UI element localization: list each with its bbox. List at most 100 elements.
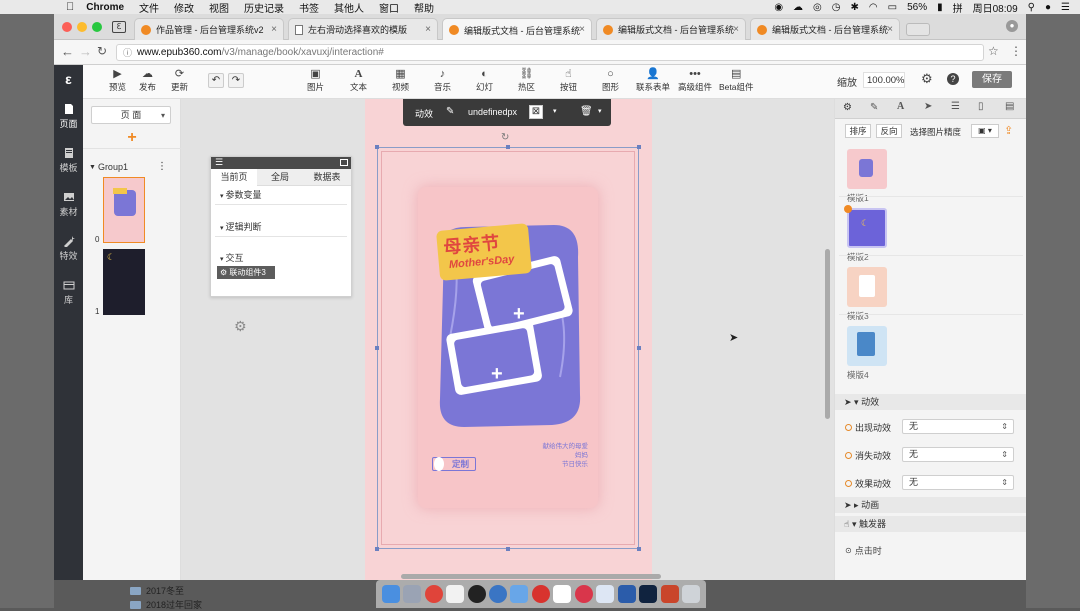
launchpad-icon[interactable] bbox=[403, 585, 422, 603]
add-photo-icon[interactable]: + bbox=[491, 363, 503, 386]
section-logic[interactable]: ▾ 逻辑判断 bbox=[220, 220, 261, 233]
minimize-window-icon[interactable] bbox=[77, 22, 87, 32]
template-thumb-3[interactable] bbox=[847, 267, 887, 307]
poster-card[interactable]: + + 母亲节 Mother'sDay 献给伟大的母爱 妈妈 节日快乐 定制 bbox=[418, 187, 598, 508]
tool-beta[interactable]: ▤ Beta组件 bbox=[719, 68, 754, 93]
bookmark-star-icon[interactable]: ☆ bbox=[988, 44, 999, 58]
effects-header[interactable]: ➤ ▾ 动效 bbox=[835, 394, 1026, 410]
record-icon[interactable]: ◉ bbox=[774, 2, 783, 13]
qq-icon[interactable] bbox=[467, 585, 486, 603]
nav-materials[interactable]: 素材 bbox=[54, 191, 83, 218]
cloud-app-icon[interactable] bbox=[596, 585, 615, 603]
tool-text[interactable]: A 文本 bbox=[350, 68, 367, 93]
section-interaction[interactable]: ▾ 交互 bbox=[220, 251, 243, 264]
photoshop-icon[interactable] bbox=[639, 585, 658, 603]
resize-handle[interactable] bbox=[375, 145, 379, 149]
tab-edit-doc-3[interactable]: 编辑版式文档 - 后台管理系统 × bbox=[750, 18, 900, 40]
template-thumb-2[interactable]: ☾ bbox=[847, 208, 887, 248]
caret-down-icon[interactable]: ▾ bbox=[598, 107, 602, 115]
font-tab-icon[interactable]: A bbox=[897, 101, 904, 112]
minimize-panel-icon[interactable] bbox=[340, 159, 348, 166]
tool-button[interactable]: ☝ 按钮 bbox=[560, 68, 577, 93]
tab-current-page[interactable]: 当前页 bbox=[211, 169, 257, 186]
reverse-button[interactable]: 反向 bbox=[876, 124, 902, 138]
page-thumbnail-1[interactable]: ☾ bbox=[103, 249, 145, 315]
extension-icon[interactable]: ℇ bbox=[112, 21, 126, 33]
finder-icon[interactable] bbox=[381, 585, 400, 603]
upload-icon[interactable]: ⇪ bbox=[1004, 124, 1013, 137]
siri-icon[interactable]: ● bbox=[1045, 2, 1051, 13]
quicktime-icon[interactable] bbox=[488, 585, 507, 603]
back-icon[interactable]: ← bbox=[61, 44, 74, 59]
menu-file[interactable]: 文件 bbox=[139, 0, 159, 15]
tab-edit-doc-active[interactable]: 编辑版式文档 - 后台管理系统 × bbox=[442, 18, 592, 41]
desktop-folder[interactable]: 2017冬至 bbox=[130, 584, 184, 597]
rotate-handle-icon[interactable]: ↻ bbox=[501, 132, 509, 143]
emphasis-effect-select[interactable]: 无 ⇕ bbox=[902, 475, 1014, 490]
gear-tab-icon[interactable]: ⚙ bbox=[843, 102, 852, 113]
resize-handle[interactable] bbox=[637, 346, 641, 350]
on-click-row[interactable]: ⊙ 点击时 bbox=[845, 544, 882, 557]
preview-button[interactable]: ▶ 预览 bbox=[109, 68, 126, 93]
word-icon[interactable] bbox=[617, 585, 636, 603]
send-tab-icon[interactable]: ➤ bbox=[924, 101, 932, 112]
nav-effects[interactable]: 特效 bbox=[54, 235, 83, 262]
nav-pages[interactable]: 页面 bbox=[54, 103, 83, 130]
list-icon[interactable]: ☰ bbox=[215, 157, 223, 168]
menu-view[interactable]: 视图 bbox=[209, 0, 229, 15]
linked-component-tag[interactable]: ⚙ 联动组件3 bbox=[217, 266, 275, 279]
menu-bookmarks[interactable]: 书签 bbox=[299, 0, 319, 15]
reload-icon[interactable]: ↻ bbox=[97, 44, 107, 58]
menu-edit[interactable]: 修改 bbox=[174, 0, 194, 15]
page-thumbnail-0[interactable] bbox=[103, 177, 145, 243]
page-tab-icon[interactable]: ▯ bbox=[978, 101, 984, 112]
profile-icon[interactable]: ● bbox=[1006, 20, 1018, 32]
tool-hotspot[interactable]: ⛓ 热区 bbox=[518, 68, 535, 93]
chrome-icon[interactable] bbox=[424, 585, 443, 603]
customize-button[interactable]: 定制 bbox=[432, 457, 476, 471]
image-precision-dropdown[interactable]: ▣ ▾ bbox=[971, 124, 999, 138]
pen-tab-icon[interactable]: ✎ bbox=[870, 102, 878, 113]
vertical-scrollbar[interactable] bbox=[825, 249, 830, 419]
close-tab-icon[interactable]: × bbox=[733, 24, 739, 35]
horizontal-scrollbar[interactable] bbox=[401, 574, 661, 579]
tool-image[interactable]: ▣ 图片 bbox=[307, 68, 324, 93]
undo-icon[interactable]: ↶ bbox=[208, 73, 224, 88]
menu-window[interactable]: 窗口 bbox=[379, 0, 399, 15]
help-icon[interactable]: ? bbox=[947, 73, 959, 85]
calendar-icon[interactable] bbox=[553, 585, 572, 603]
caret-down-icon[interactable]: ▾ bbox=[553, 107, 557, 115]
redo-icon[interactable]: ↷ bbox=[228, 73, 244, 88]
list-tab-icon[interactable]: ☰ bbox=[951, 101, 960, 112]
cloud-icon[interactable]: ☁ bbox=[793, 2, 803, 13]
floating-gears-icon[interactable]: ⚙ bbox=[234, 318, 247, 335]
page-type-dropdown[interactable]: 页 面 ▾ bbox=[91, 106, 171, 124]
forward-icon[interactable]: → bbox=[79, 44, 92, 59]
zoom-input[interactable]: 100.00% bbox=[863, 72, 905, 88]
menu-people[interactable]: 其他人 bbox=[334, 0, 364, 15]
maximize-window-icon[interactable] bbox=[92, 22, 102, 32]
weibo-icon[interactable] bbox=[531, 585, 550, 603]
close-tab-icon[interactable]: × bbox=[887, 24, 893, 35]
url-input[interactable]: ⓘ www.epub360.com /v3/manage/book/xavuxj… bbox=[116, 44, 984, 61]
resize-handle[interactable] bbox=[506, 547, 510, 551]
add-photo-icon[interactable]: + bbox=[513, 303, 525, 326]
sort-button[interactable]: 排序 bbox=[845, 124, 871, 138]
resize-handle[interactable] bbox=[637, 547, 641, 551]
airplay-icon[interactable]: ▭ bbox=[888, 2, 897, 13]
tab-global[interactable]: 全局 bbox=[257, 169, 303, 186]
resize-handle[interactable] bbox=[637, 145, 641, 149]
tool-shape[interactable]: ○ 图形 bbox=[602, 68, 619, 93]
camera-app-icon[interactable] bbox=[574, 585, 593, 603]
close-tab-icon[interactable]: × bbox=[271, 24, 277, 35]
menu-chrome[interactable]: Chrome bbox=[86, 2, 124, 13]
no-border-icon[interactable]: ⊠ bbox=[529, 105, 543, 119]
menubar-clock[interactable]: 周日08:09 bbox=[973, 0, 1018, 15]
app-logo[interactable]: ε bbox=[54, 65, 83, 93]
notification-center-icon[interactable]: ☰ bbox=[1061, 2, 1070, 13]
bluetooth-icon[interactable]: ✱ bbox=[851, 2, 859, 13]
close-window-icon[interactable] bbox=[62, 22, 72, 32]
powerpoint-icon[interactable] bbox=[660, 585, 679, 603]
template-thumb-4[interactable] bbox=[847, 326, 887, 366]
effect-button[interactable]: 动效 bbox=[415, 107, 433, 120]
